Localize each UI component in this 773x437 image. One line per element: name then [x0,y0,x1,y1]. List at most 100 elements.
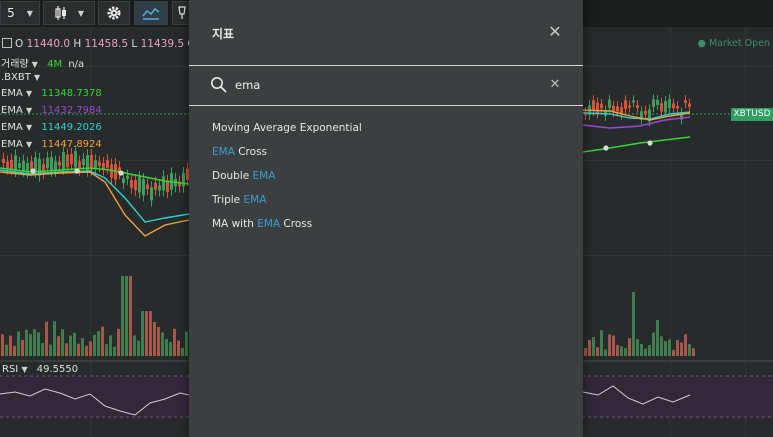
volume-bar [620,346,623,356]
ohlc-open: 11440.0 [26,38,71,50]
ema-cross-marker [603,145,609,151]
candle-body [660,103,663,112]
candle-body [18,163,21,168]
candle-body [628,105,631,108]
volume-bar [45,321,48,356]
candle-body [652,99,655,107]
search-result-item[interactable]: Moving Average Exponential [212,122,362,146]
ema-label: EMA [1,88,23,99]
collapse-icon[interactable] [2,38,12,48]
volume-bar [600,330,603,356]
ohlc-high: 11458.5 [84,38,129,50]
volume-bar [668,339,671,356]
ohlc-low: 11439.5 [140,38,185,50]
volume-bar [105,344,108,356]
volume-bar [185,331,188,356]
symbol-price-tag: XBTUSD [731,108,773,121]
candle-body [130,180,133,188]
candle-body [154,182,157,190]
chevron-down-icon: ▼ [34,73,41,82]
ema-legend[interactable]: EMA ▼ 11449.2026 [1,122,102,133]
volume-bar [89,341,92,356]
volume-bar [596,347,599,356]
ema-legend[interactable]: EMA ▼ 11447.8924 [1,139,102,150]
volume-bar [53,321,56,356]
ema-value: 11432.7984 [41,105,102,116]
volume-bar [145,311,148,356]
match-highlight: EMA [212,146,235,158]
volume-bar [628,338,631,356]
rsi-legend[interactable]: RSI ▼ 49.5550 [2,364,78,375]
volume-bar [153,322,156,356]
candle-body [122,178,125,184]
volume-bar [137,340,140,356]
volume-bar [49,344,52,356]
chevron-down-icon: ▼ [25,123,33,132]
candle-body [6,161,9,169]
candle-body [82,158,85,166]
candle-body [22,160,25,171]
result-text: Double [212,170,253,182]
volume-bar [592,337,595,356]
volume-bar [616,344,619,356]
close-icon[interactable]: ✕ [545,22,565,42]
volume-bar [652,332,655,356]
volume-label: 거래량 [1,59,29,70]
volume-bar [684,334,687,356]
search-result-item[interactable]: MA with EMA Cross [212,218,362,242]
candle-body [636,105,639,108]
ema-value: 11449.2026 [41,122,102,133]
volume-bar [169,341,172,356]
ema-cross-marker [118,170,124,176]
rsi-line-right [582,385,691,405]
ema-label: EMA [1,122,23,133]
search-icon [211,77,227,93]
clear-icon[interactable]: ✕ [547,77,563,93]
volume-bar [612,335,615,356]
candle-body [58,161,61,166]
dialog-title: 지표 [212,27,235,41]
volume-bar [21,340,24,356]
symbol-legend[interactable]: .BXBT ▼ [1,72,40,83]
volume-bar [73,332,76,356]
volume-bar [141,311,144,356]
search-result-item[interactable]: Triple EMA [212,194,362,218]
ohlc-open-label: O [15,38,24,50]
match-highlight: EMA [257,218,281,230]
candle-body [632,100,635,103]
rsi-value: 49.5550 [36,364,79,375]
volume-bar [65,343,68,356]
volume-bar [17,331,20,356]
ema-value: 11447.8924 [41,139,102,150]
result-text: Triple [212,194,244,206]
volume-bar [664,341,667,356]
volume-bar [660,336,663,356]
candle-body [182,173,185,187]
volume-bar [161,332,164,356]
ema-legend[interactable]: EMA ▼ 11348.7378 [1,88,102,99]
search-results-list: Moving Average Exponential EMA Cross Doubl… [212,122,362,242]
right-volume-bars [584,292,695,356]
search-result-item[interactable]: Double EMA [212,170,362,194]
candle-body [684,100,687,104]
volume-period: 4M [47,59,63,70]
candle-body [98,161,101,166]
indicator-search-input[interactable] [235,76,535,94]
search-result-item[interactable]: EMA Cross [212,146,362,170]
ema-cross-marker [74,168,80,174]
volume-bar [121,276,124,356]
volume-legend[interactable]: 거래량 ▼ 4M n/a [1,55,84,70]
ema-cross-marker [30,168,36,174]
left-volume-bars [1,276,188,356]
volume-bar [165,338,168,356]
volume-bar [29,334,32,356]
ema-legend[interactable]: EMA ▼ 11432.7984 [1,105,102,116]
volume-bar [157,327,160,356]
candle-body [616,106,619,112]
candle-body [688,103,691,108]
volume-bar [61,329,64,356]
volume-bar [133,335,136,356]
ema-line-cyan [0,169,190,223]
result-text: Cross [234,146,268,158]
volume-bar [77,343,80,356]
